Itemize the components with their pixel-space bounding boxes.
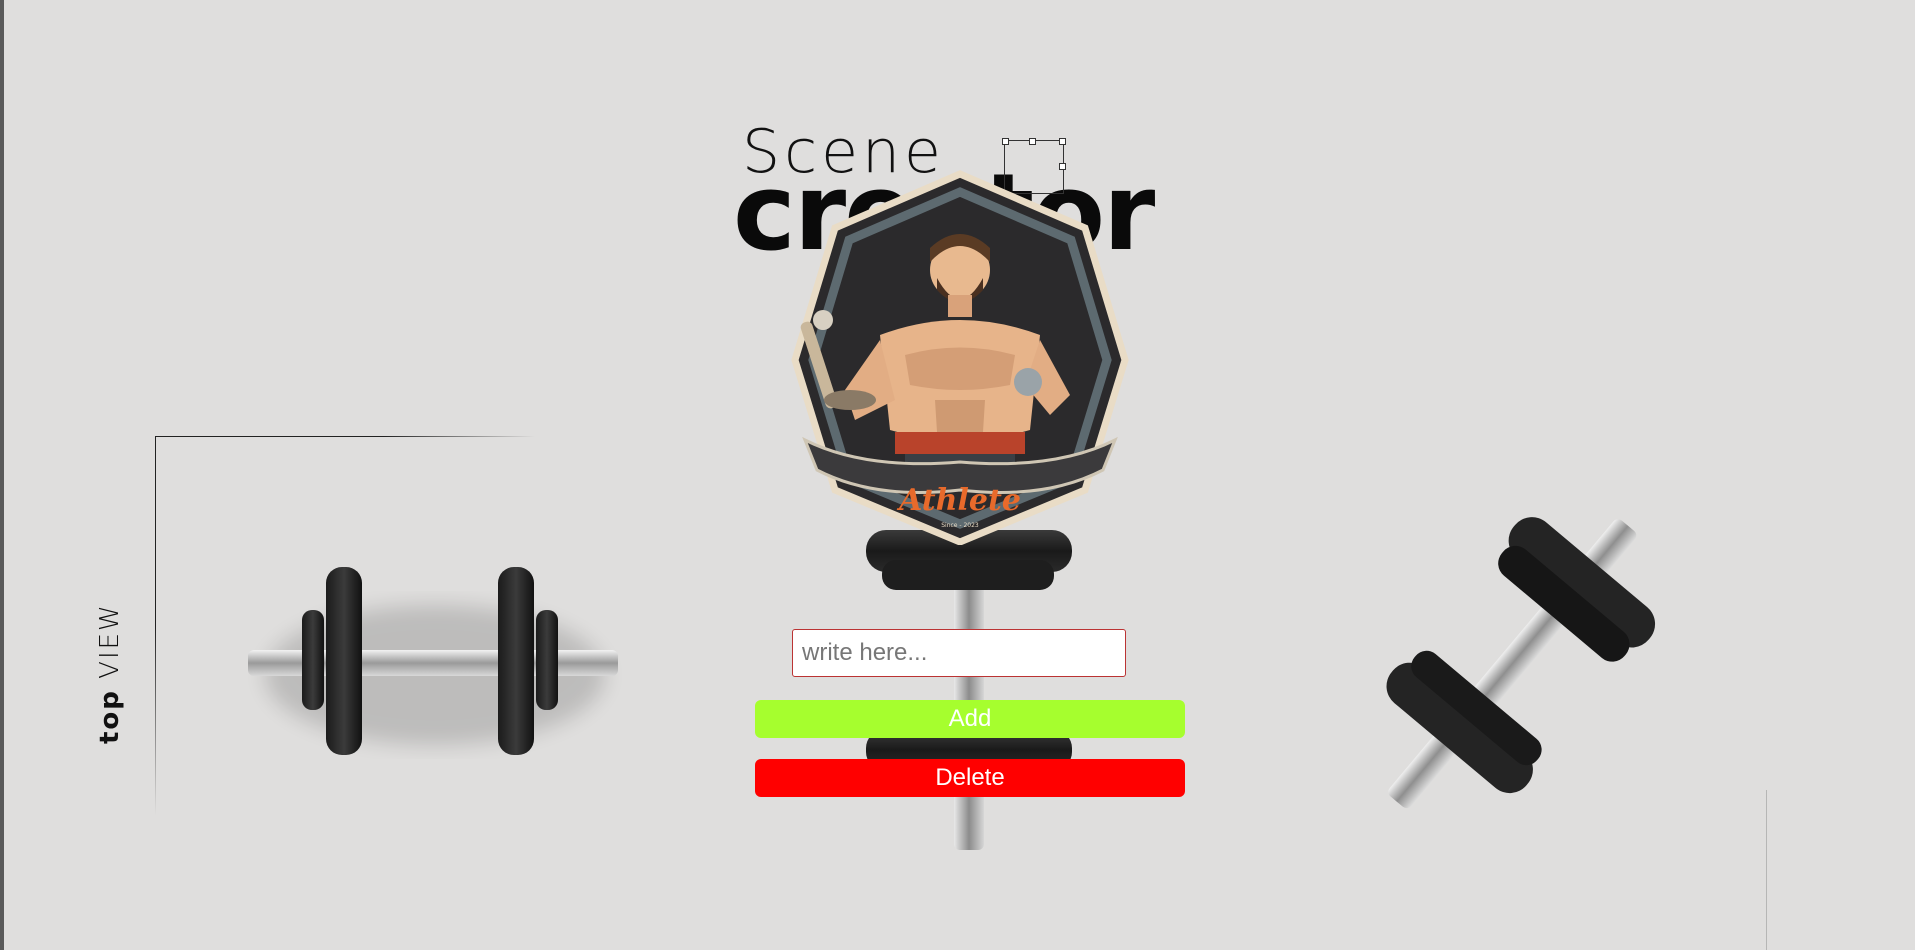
scene-canvas: top VIEW Scene Athlete Since - 2023 writ… bbox=[0, 0, 1915, 950]
selection-handle[interactable] bbox=[1059, 138, 1066, 145]
dumbbell-left-image bbox=[248, 567, 618, 755]
dumbbell-right-image bbox=[1386, 517, 1656, 809]
logo-subtext: Since - 2023 bbox=[941, 522, 979, 529]
top-view-label: top VIEW bbox=[95, 603, 125, 744]
logo-text: Athlete bbox=[896, 483, 1021, 518]
frame-line-right bbox=[1766, 790, 1767, 950]
selection-handle[interactable] bbox=[1002, 138, 1009, 145]
dumbbell-center-image bbox=[866, 530, 1072, 850]
frame-line-top bbox=[155, 436, 535, 437]
delete-button[interactable]: Delete bbox=[755, 759, 1185, 797]
write-input[interactable] bbox=[792, 629, 1126, 677]
selection-handle[interactable] bbox=[1059, 163, 1066, 170]
selection-handle[interactable] bbox=[1029, 138, 1036, 145]
top-view-light: VIEW bbox=[95, 603, 125, 679]
top-view-bold: top bbox=[95, 689, 125, 744]
add-button[interactable]: Add bbox=[755, 700, 1185, 738]
frame-line-left bbox=[155, 436, 156, 816]
athlete-logo: Athlete Since - 2023 bbox=[791, 170, 1129, 545]
